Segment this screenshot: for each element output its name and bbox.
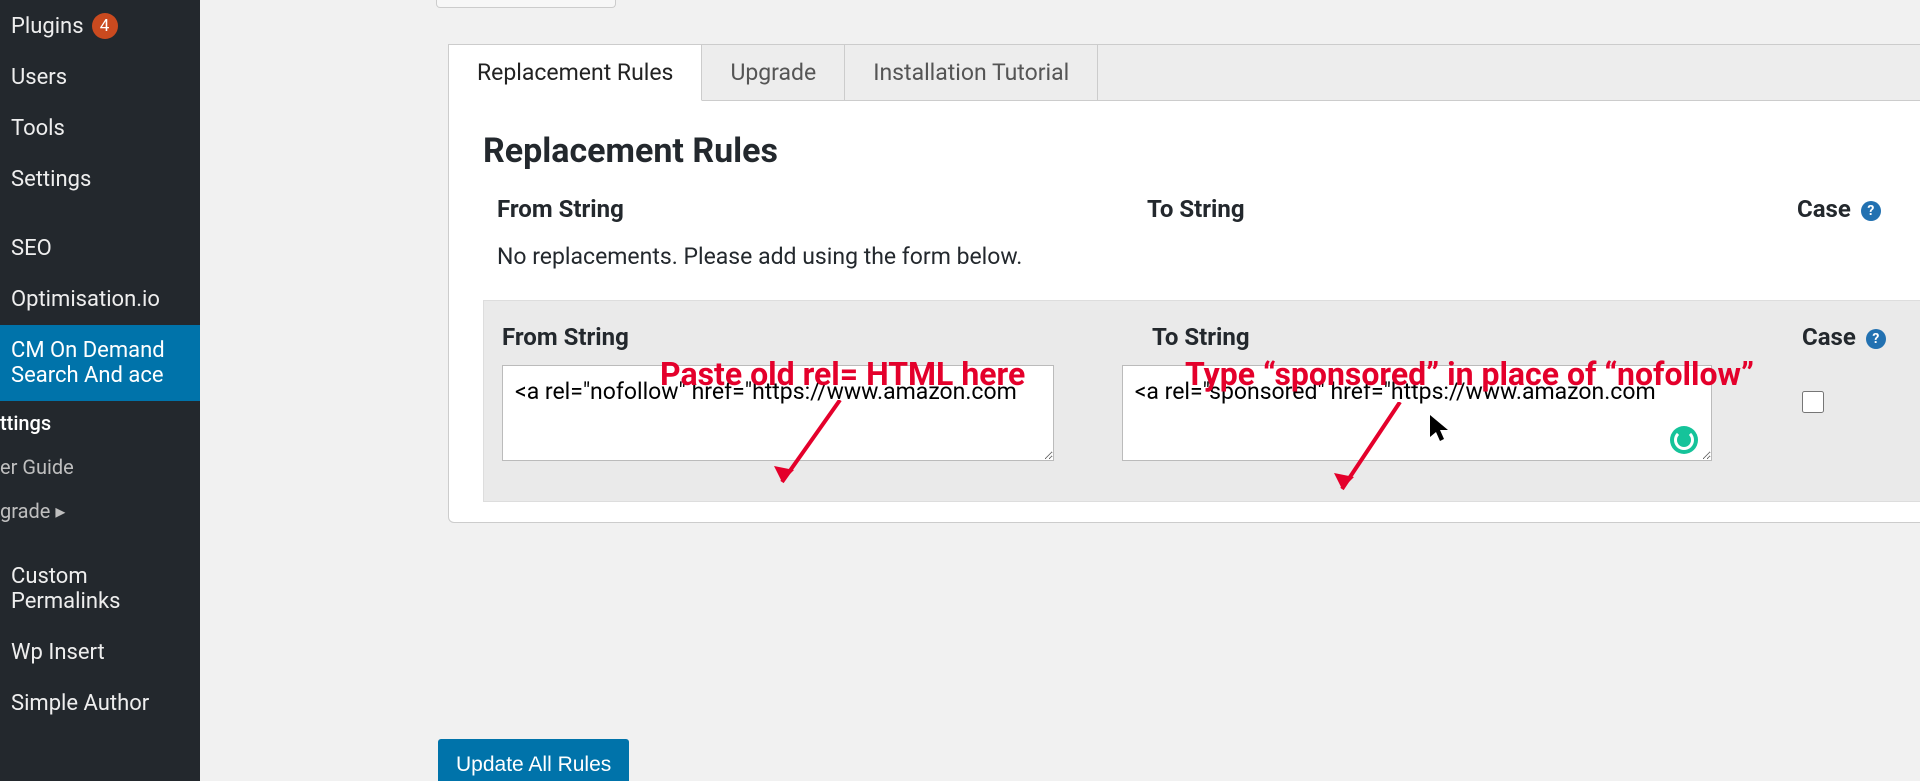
sidebar-subitem-settings[interactable]: ttings bbox=[0, 401, 200, 445]
sidebar-item-label: CM On Demand Search And ace bbox=[11, 338, 188, 388]
tab-upgrade[interactable]: Upgrade bbox=[702, 45, 845, 100]
sidebar-item-seo[interactable]: SEO bbox=[0, 223, 200, 274]
sidebar-subitem-label: er Guide bbox=[0, 455, 74, 479]
admin-sidebar: Plugins 4 Users Tools Settings SEO Optim… bbox=[0, 0, 200, 781]
empty-message: No replacements. Please add using the fo… bbox=[483, 243, 1920, 300]
sidebar-item-label: Optimisation.io bbox=[11, 287, 160, 312]
replacement-rules-panel: Replacement Rules From String To String … bbox=[448, 101, 1920, 523]
sidebar-item-label: SEO bbox=[11, 236, 52, 261]
to-string-input[interactable] bbox=[1122, 365, 1712, 461]
col-header-to: To String bbox=[1147, 195, 1797, 223]
sidebar-subitem-label: grade ▸ bbox=[0, 499, 65, 523]
tab-label: Replacement Rules bbox=[477, 59, 673, 86]
main-content: Replacement Rules Upgrade Installation T… bbox=[200, 0, 1920, 781]
sidebar-item-label: Wp Insert bbox=[11, 640, 105, 665]
sidebar-item-optimisation[interactable]: Optimisation.io bbox=[0, 274, 200, 325]
form-col-case: Case ? bbox=[1802, 323, 1920, 351]
plugin-count-badge: 4 bbox=[92, 13, 118, 39]
panel-title: Replacement Rules bbox=[483, 101, 1920, 195]
add-rule-form: From String To String Case ? Options bbox=[483, 300, 1920, 502]
sidebar-item-custom-permalinks[interactable]: Custom Permalinks bbox=[0, 551, 200, 627]
help-icon[interactable]: ? bbox=[1861, 201, 1881, 221]
sidebar-item-label: Tools bbox=[11, 116, 65, 141]
form-col-from: From String bbox=[502, 323, 1152, 351]
sidebar-item-plugins[interactable]: Plugins 4 bbox=[0, 0, 200, 52]
form-inputs-row: Add Rule bbox=[484, 365, 1920, 501]
top-button-stub bbox=[436, 0, 616, 8]
tab-label: Upgrade bbox=[730, 59, 816, 86]
sidebar-subitem-label: ttings bbox=[0, 411, 51, 435]
case-checkbox-wrap bbox=[1802, 365, 1920, 418]
form-col-to: To String bbox=[1152, 323, 1802, 351]
tab-installation-tutorial[interactable]: Installation Tutorial bbox=[845, 45, 1098, 100]
col-header-case-label: Case bbox=[1797, 195, 1851, 223]
case-checkbox[interactable] bbox=[1802, 391, 1824, 413]
update-all-rules-button[interactable]: Update All Rules bbox=[438, 739, 629, 781]
column-headers: From String To String Case ? Options bbox=[483, 195, 1920, 243]
help-icon[interactable]: ? bbox=[1866, 329, 1886, 349]
sidebar-item-settings[interactable]: Settings bbox=[0, 154, 200, 205]
settings-tabs: Replacement Rules Upgrade Installation T… bbox=[448, 44, 1920, 101]
tab-replacement-rules[interactable]: Replacement Rules bbox=[449, 45, 702, 101]
sidebar-item-tools[interactable]: Tools bbox=[0, 103, 200, 154]
sidebar-item-label: Custom Permalinks bbox=[11, 564, 188, 614]
form-column-headers: From String To String Case ? Options bbox=[484, 301, 1920, 365]
from-string-input[interactable] bbox=[502, 365, 1054, 461]
grammarly-icon[interactable] bbox=[1670, 426, 1698, 454]
col-header-case: Case ? bbox=[1797, 195, 1920, 223]
sidebar-item-label: Plugins bbox=[11, 14, 84, 39]
sidebar-item-wp-insert[interactable]: Wp Insert bbox=[0, 627, 200, 678]
tab-label: Installation Tutorial bbox=[873, 59, 1069, 86]
sidebar-item-cm-search-replace[interactable]: CM On Demand Search And ace bbox=[0, 325, 200, 401]
sidebar-item-simple-author[interactable]: Simple Author bbox=[0, 678, 200, 729]
form-col-case-label: Case bbox=[1802, 323, 1856, 351]
col-header-from: From String bbox=[497, 195, 1147, 223]
sidebar-item-users[interactable]: Users bbox=[0, 52, 200, 103]
sidebar-subitem-upgrade[interactable]: grade ▸ bbox=[0, 489, 200, 533]
sidebar-item-label: Users bbox=[11, 65, 67, 90]
sidebar-subitem-user-guide[interactable]: er Guide bbox=[0, 445, 200, 489]
sidebar-item-label: Settings bbox=[11, 167, 91, 192]
sidebar-item-label: Simple Author bbox=[11, 691, 149, 716]
